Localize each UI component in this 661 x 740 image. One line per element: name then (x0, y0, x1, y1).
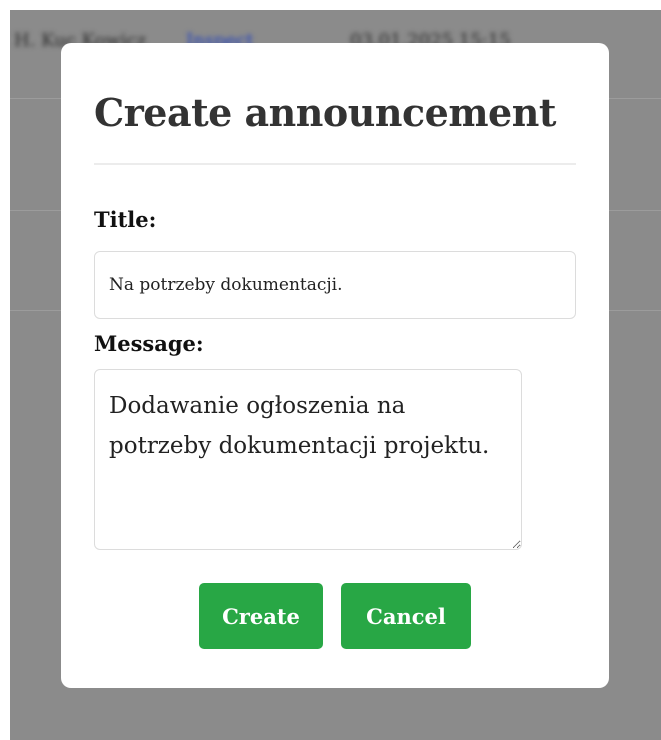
modal-divider (94, 163, 576, 165)
message-label: Message: (94, 331, 204, 356)
create-button[interactable]: Create (199, 583, 323, 649)
cancel-button[interactable]: Cancel (341, 583, 471, 649)
create-announcement-modal: Create announcement Title: Message: Doda… (61, 43, 609, 688)
modal-title: Create announcement (94, 90, 556, 135)
message-textarea[interactable]: Dodawanie ogłoszenia na potrzeby dokumen… (94, 369, 522, 550)
modal-actions: Create Cancel (94, 583, 576, 649)
title-input[interactable] (94, 251, 576, 319)
title-label: Title: (94, 207, 157, 232)
